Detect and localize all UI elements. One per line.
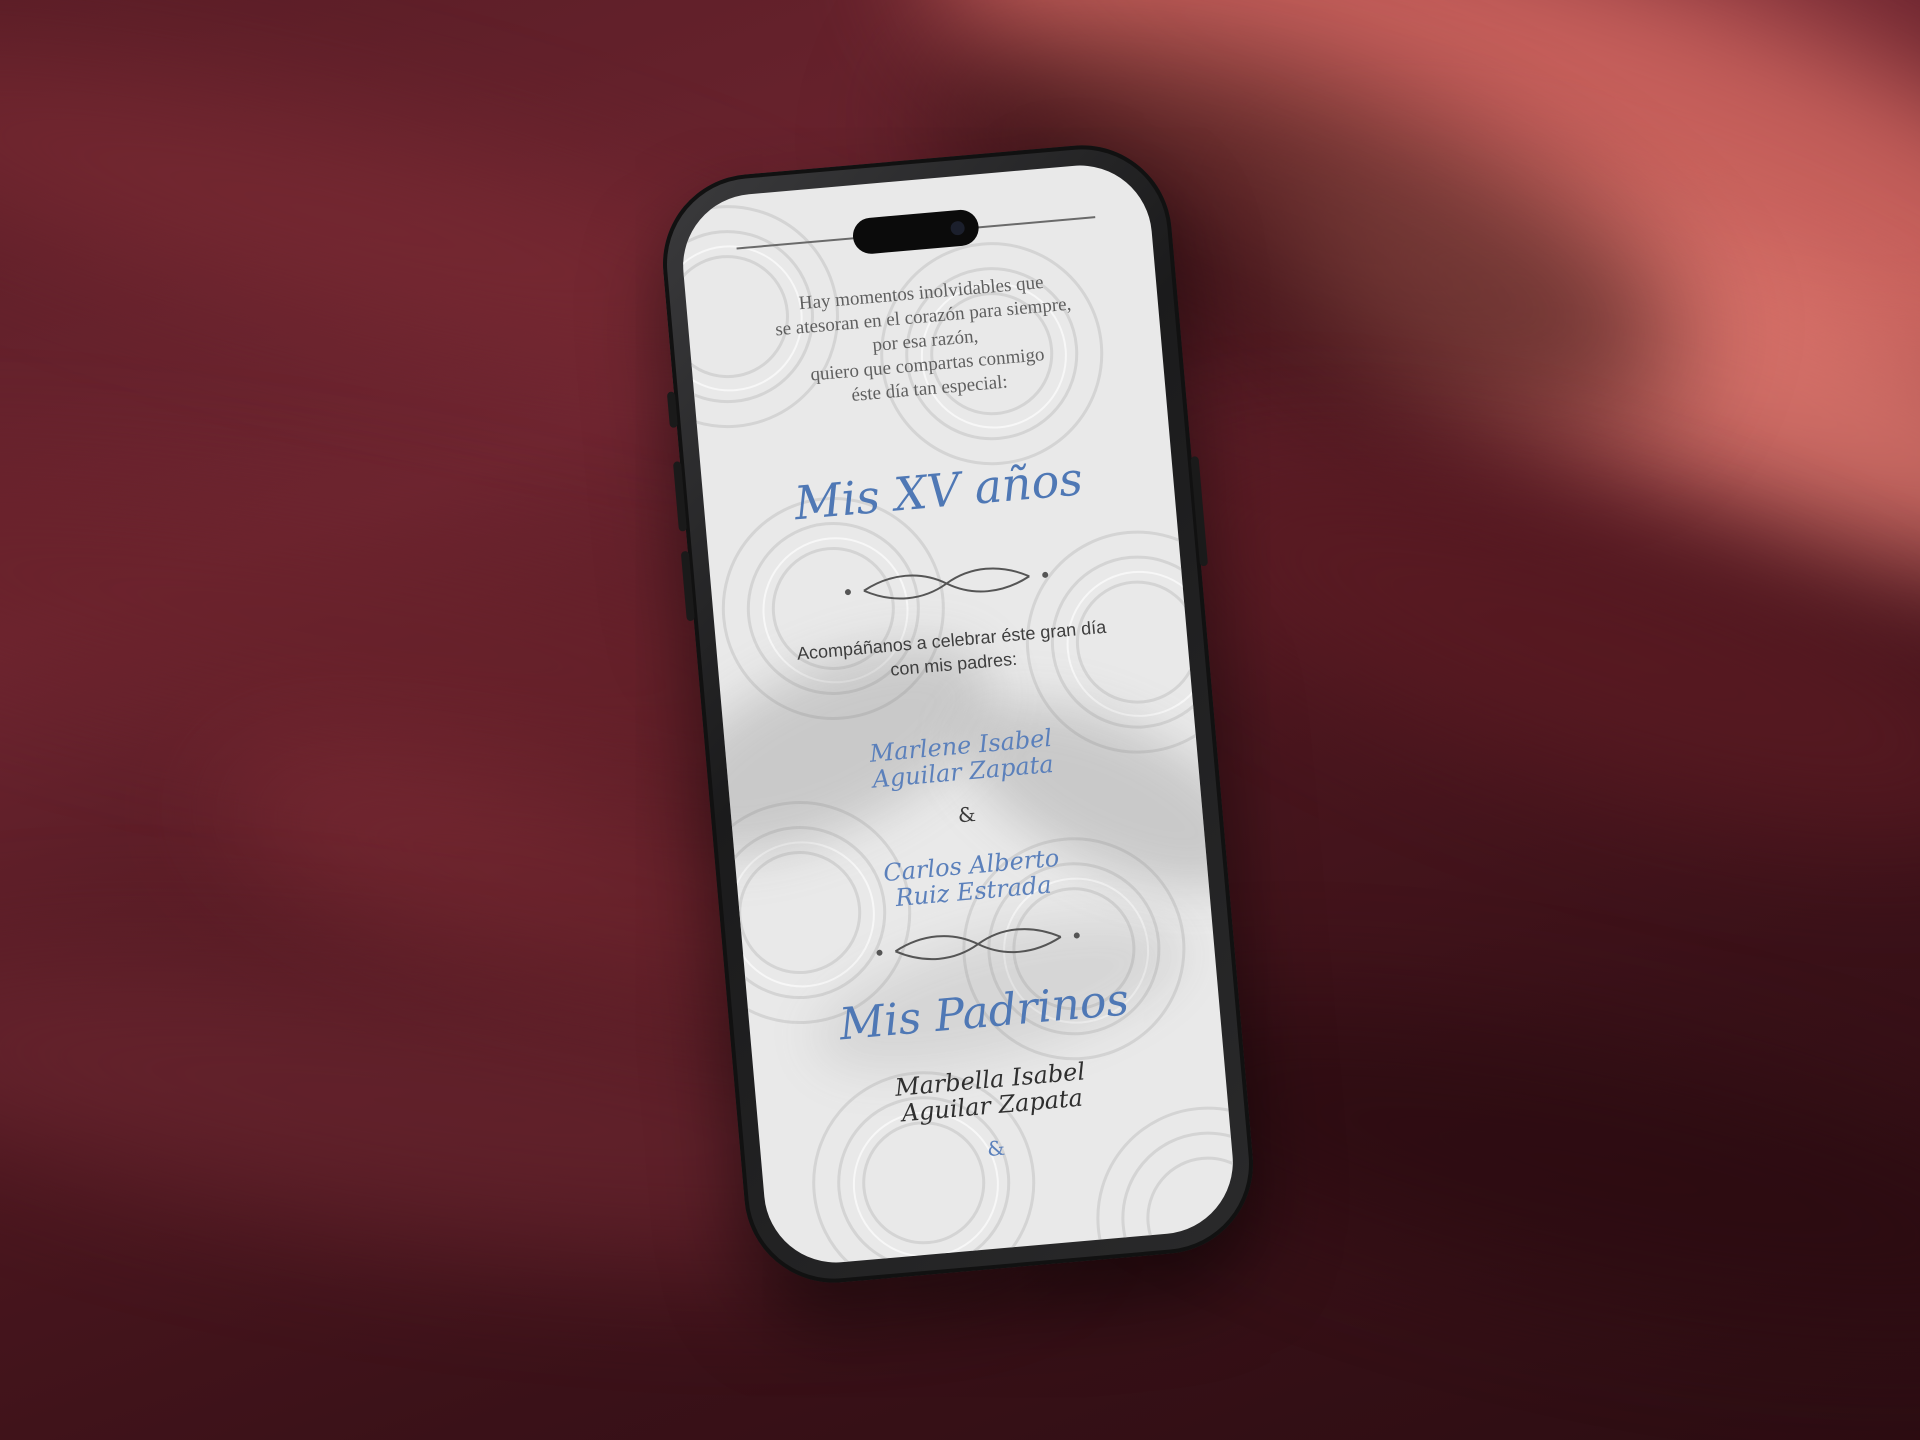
- phone-side-button: [666, 391, 678, 429]
- phone-screen[interactable]: Hay momentos inolvidables que se atesora…: [677, 159, 1239, 1269]
- smartphone: Hay momentos inolvidables que se atesora…: [655, 137, 1261, 1291]
- front-camera-icon: [950, 220, 966, 236]
